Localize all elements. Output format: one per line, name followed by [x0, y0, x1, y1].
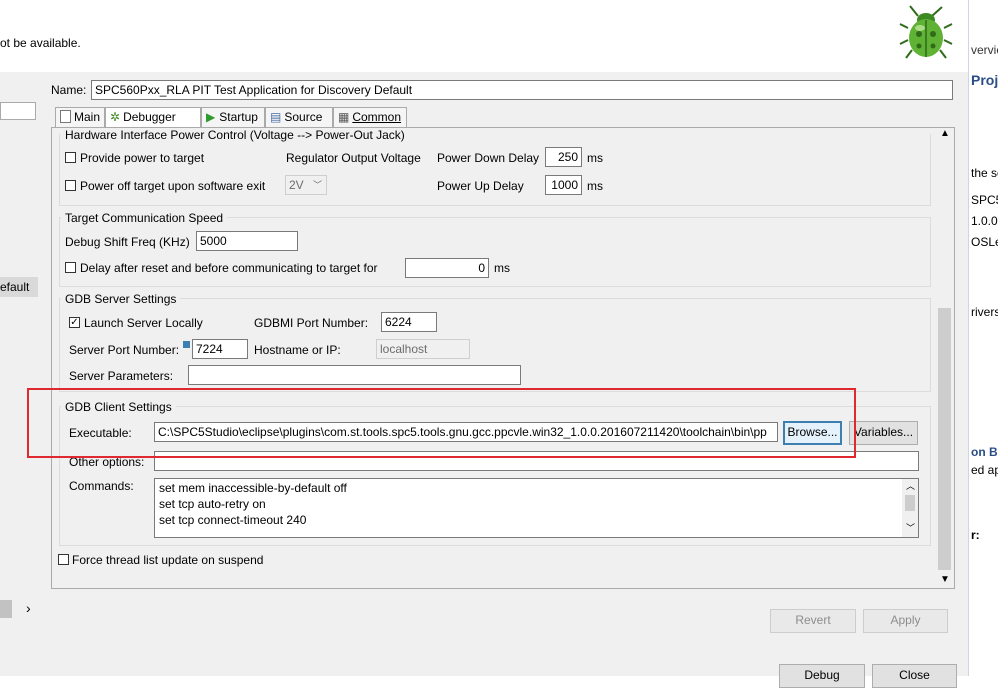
right-text-4: OSLe	[971, 235, 998, 249]
name-label: Name:	[51, 83, 87, 97]
tab-source-label: Source	[284, 110, 323, 124]
command-line: set tcp auto-retry on	[159, 497, 266, 511]
debug-bug-icon: ✲	[110, 110, 121, 124]
tab-common[interactable]: ▦ Common	[333, 107, 407, 127]
common-icon: ▦	[338, 110, 350, 124]
variables-button[interactable]: Variables...	[849, 421, 918, 445]
right-text-7: ed ap	[971, 463, 998, 477]
commands-textarea[interactable]: set mem inaccessible-by-default off set …	[154, 478, 919, 538]
hostname-label: Hostname or IP:	[254, 343, 341, 357]
chevron-up-icon[interactable]: ︿	[906, 479, 915, 492]
server-params-field[interactable]	[188, 365, 521, 385]
force-thread-checkbox[interactable]	[58, 554, 69, 565]
power-up-label: Power Up Delay	[437, 179, 524, 193]
tab-main[interactable]: Main	[55, 107, 105, 127]
right-text-6: on Bo	[971, 445, 998, 459]
tree-selected-item[interactable]: efault	[0, 277, 38, 297]
content-vertical-scrollbar[interactable]: ▲ ▼	[936, 128, 953, 588]
launch-config-tree-panel: efault ›	[0, 72, 45, 676]
source-icon: ▤	[270, 110, 282, 124]
tab-debugger[interactable]: ✲ Debugger	[105, 107, 201, 128]
debug-button[interactable]: Debug	[779, 664, 865, 688]
power-off-label: Power off target upon software exit	[80, 179, 266, 193]
gdbmi-port-label: GDBMI Port Number:	[254, 316, 369, 330]
force-thread-label: Force thread list update on suspend	[72, 553, 264, 567]
right-text-overview: verviev	[971, 43, 998, 57]
right-text-5: rivers	[971, 305, 998, 319]
shift-freq-label: Debug Shift Freq (KHz)	[65, 235, 190, 249]
tab-source[interactable]: ▤ Source	[265, 107, 333, 127]
commands-scroll-thumb[interactable]	[905, 495, 915, 511]
power-up-ms: ms	[587, 179, 603, 193]
shift-freq-field[interactable]: 5000	[196, 231, 298, 251]
gdbmi-port-field[interactable]: 6224	[381, 312, 437, 332]
regulator-voltage-select[interactable]: 2V ﹀	[285, 175, 327, 195]
right-text-3: 1.0.0	[971, 214, 998, 228]
right-text-8: r:	[971, 528, 980, 542]
power-down-ms: ms	[587, 151, 603, 165]
scroll-right-arrow-icon[interactable]: ›	[26, 600, 31, 616]
delay-after-reset-label: Delay after reset and before communicati…	[80, 261, 378, 275]
tab-startup[interactable]: ▶ Startup	[201, 107, 265, 127]
tab-main-label: Main	[74, 110, 101, 124]
commands-label: Commands:	[69, 479, 134, 493]
server-port-label: Server Port Number:	[69, 343, 180, 357]
header-message: ot be available.	[0, 36, 81, 50]
background-overview-panel: verviev Proj the se SPC5 1.0.0 OSLe rive…	[968, 0, 998, 676]
gdb-server-group-label: GDB Server Settings	[61, 292, 181, 306]
server-params-label: Server Parameters:	[69, 369, 174, 383]
commands-scrollbar[interactable]: ︿ ﹀	[902, 479, 918, 537]
apply-button[interactable]: Apply	[863, 609, 948, 633]
hostname-field[interactable]: localhost	[376, 339, 470, 359]
provide-power-checkbox[interactable]	[65, 152, 76, 163]
chevron-down-icon[interactable]: ﹀	[906, 521, 915, 534]
config-name-field[interactable]: SPC560Pxx_RLA PIT Test Application for D…	[91, 80, 953, 100]
launch-locally-checkbox[interactable]: ✓	[69, 317, 80, 328]
scroll-down-arrow-icon[interactable]: ▼	[940, 574, 950, 585]
debug-bug-logo-icon	[899, 5, 953, 59]
server-port-field[interactable]: 7224	[192, 339, 248, 359]
chevron-down-icon: ﹀	[312, 180, 322, 190]
delay-after-reset-checkbox[interactable]	[65, 262, 76, 273]
tab-common-label: Common	[352, 110, 402, 124]
delay-ms: ms	[494, 261, 510, 275]
dialog-header: ot be available.	[0, 0, 968, 70]
scroll-thumb[interactable]	[938, 308, 951, 570]
revert-button[interactable]: Revert	[770, 609, 856, 633]
right-text-2: SPC5	[971, 193, 998, 207]
horizontal-scroll-thumb[interactable]	[0, 600, 12, 618]
delay-field[interactable]: 0	[405, 258, 489, 278]
comm-group-label: Target Communication Speed	[61, 211, 228, 225]
power-control-group	[59, 134, 931, 206]
highlight-annotation-box	[27, 388, 856, 458]
tab-startup-label: Startup	[219, 110, 258, 124]
regulator-label: Regulator Output Voltage	[286, 151, 421, 165]
power-down-field[interactable]: 250	[545, 147, 582, 167]
right-text-proj: Proj	[971, 72, 998, 88]
regulator-value: 2V	[289, 178, 304, 192]
command-line: set tcp connect-timeout 240	[159, 513, 307, 527]
power-down-label: Power Down Delay	[437, 151, 540, 165]
main-icon	[60, 110, 71, 123]
power-off-checkbox[interactable]	[65, 180, 76, 191]
comm-speed-group	[59, 217, 931, 287]
tab-debugger-label: Debugger	[123, 110, 176, 124]
power-group-label: Hardware Interface Power Control (Voltag…	[61, 128, 409, 142]
close-button[interactable]: Close	[872, 664, 957, 688]
command-line: set mem inaccessible-by-default off	[159, 481, 347, 495]
provide-power-label: Provide power to target	[80, 151, 205, 165]
scroll-up-arrow-icon[interactable]: ▲	[940, 128, 950, 139]
info-icon	[183, 341, 190, 348]
play-icon: ▶	[206, 110, 216, 124]
filter-input[interactable]	[0, 102, 36, 120]
tree-item-label: efault	[0, 280, 30, 294]
launch-locally-label: Launch Server Locally	[84, 316, 203, 330]
right-text-1: the se	[971, 166, 998, 180]
power-up-field[interactable]: 1000	[545, 175, 582, 195]
